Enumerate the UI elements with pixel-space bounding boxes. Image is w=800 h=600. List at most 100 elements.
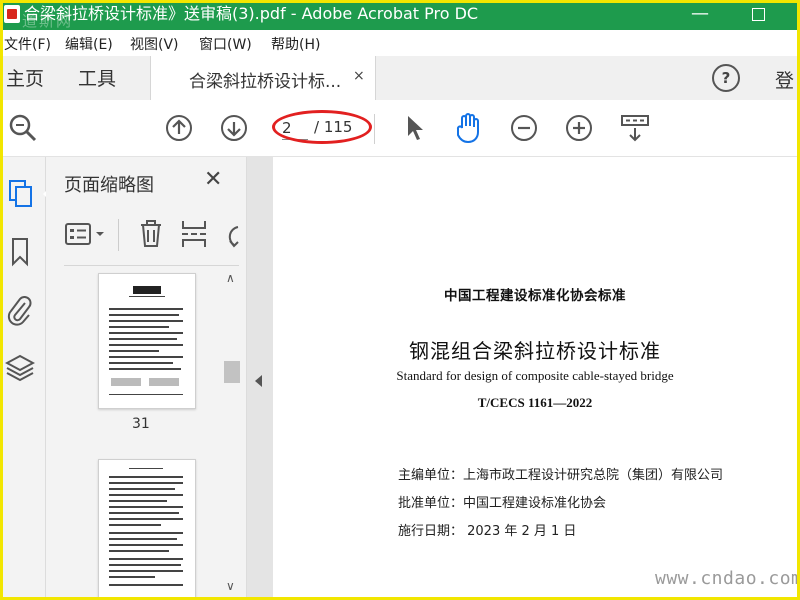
page-up-icon[interactable] — [165, 114, 193, 142]
thumbnail-text-line — [109, 532, 183, 534]
thumbnail-text-line — [109, 332, 183, 334]
maximize-button[interactable] — [738, 0, 778, 30]
thumbnail-scrollbar[interactable]: ∧ ∨ — [222, 269, 240, 597]
toolbar-separator — [374, 114, 375, 144]
insert-pages-icon[interactable] — [180, 219, 208, 249]
scrollbar-thumb[interactable] — [224, 361, 240, 383]
watermark-bottom: www.cndao.com — [655, 568, 800, 589]
thumbnail-text-line — [109, 500, 167, 502]
menu-help[interactable]: 帮助(H) — [271, 34, 320, 54]
thumbnail-text-line — [109, 350, 159, 352]
document-page: 中国工程建设标准化协会标准 钢混组合梁斜拉桥设计标准 Standard for … — [273, 157, 797, 597]
bookmark-icon[interactable] — [9, 237, 31, 267]
thumbnail-text-line — [109, 544, 183, 546]
toolbar: 2 / 115 — [0, 100, 800, 157]
zoom-out-icon[interactable] — [510, 114, 538, 142]
panel-divider — [64, 265, 239, 266]
thumbnail-text-line — [109, 550, 169, 552]
thumbnail-toolbar — [46, 213, 246, 257]
thumbnail-text-line — [109, 558, 183, 560]
thumbnail-text-line — [109, 326, 169, 328]
thumbnail-text-line — [109, 368, 181, 370]
panel-title: 页面缩略图 — [64, 175, 154, 196]
thumbnail-text-line — [129, 468, 163, 469]
doc-code: T/CECS 1161—2022 — [477, 395, 593, 410]
thumbnail-text-line — [109, 314, 179, 316]
search-zoom-icon[interactable] — [8, 113, 38, 143]
window-title: 合梁斜拉桥设计标准》送审稿(3).pdf - Adobe Acrobat Pro… — [24, 4, 479, 23]
menu-edit[interactable]: 编辑(E) — [65, 34, 113, 54]
panel-close-button[interactable]: ✕ — [204, 167, 222, 192]
doc-editor-unit: 主编单位：上海市政工程设计研究总院（集团）有限公司 — [398, 468, 724, 483]
red-annotation-ellipse — [272, 110, 372, 144]
tab-home[interactable]: 主页 — [6, 64, 44, 91]
attachment-icon[interactable] — [7, 295, 33, 327]
thumbnail-text-line — [109, 570, 183, 572]
doc-approval-unit: 批准单位：中国工程建设标准化协会 — [398, 496, 607, 511]
help-icon[interactable]: ? — [712, 64, 740, 92]
thumbnail-text-line — [109, 576, 155, 578]
tab-document-label: 合梁斜拉桥设计标... — [189, 72, 342, 92]
page-thumbnails-icon[interactable] — [7, 179, 35, 209]
menu-bar: 文件(F) 编辑(E) 视图(V) 窗口(W) 帮助(H) — [0, 30, 800, 56]
watermark-top: 道斯网 — [22, 12, 74, 30]
scroll-down-icon[interactable]: ∨ — [226, 579, 235, 593]
thumbnail-text-line — [109, 344, 183, 346]
title-bar: 合梁斜拉桥设计标准》送审稿(3).pdf - Adobe Acrobat Pro… — [0, 0, 800, 30]
thumbnail-text-line — [109, 356, 183, 358]
thumbnail-text-line — [109, 488, 175, 490]
menu-file[interactable]: 文件(F) — [4, 34, 51, 54]
thumbnail-text-line — [109, 394, 183, 395]
thumbnail-text-line — [109, 308, 183, 310]
page-thumbnail[interactable] — [98, 273, 196, 409]
left-navigation-rail — [3, 157, 50, 597]
thumbnail-text-line — [109, 494, 183, 496]
doc-title: 钢混组合梁斜拉桥设计标准 — [409, 339, 661, 363]
tab-bar: 主页 工具 合梁斜拉桥设计标... × ? 登 — [0, 56, 800, 101]
doc-org-title: 中国工程建设标准化协会标准 — [444, 288, 626, 304]
zoom-in-icon[interactable] — [565, 114, 593, 142]
thumbnail-text-line — [109, 362, 173, 364]
thumbnail-text-line — [129, 296, 165, 297]
thumbnail-text-line — [109, 320, 183, 322]
tab-close-button[interactable]: × — [353, 68, 365, 84]
tab-document[interactable]: 合梁斜拉桥设计标... × — [150, 56, 376, 101]
scroll-mode-icon[interactable] — [620, 114, 650, 144]
thumbnail-text-line — [109, 524, 161, 526]
thumbnail-figure — [133, 286, 161, 294]
minimize-button[interactable]: — — [680, 0, 720, 30]
tab-tools[interactable]: 工具 — [78, 64, 116, 91]
sign-in-button[interactable]: 登 — [775, 66, 794, 93]
thumbnail-text-line — [109, 476, 183, 478]
menu-view[interactable]: 视图(V) — [130, 34, 179, 54]
page-down-icon[interactable] — [220, 114, 248, 142]
thumbnail-text-line — [109, 482, 183, 484]
layers-icon[interactable] — [5, 353, 35, 383]
thumbnail-figure — [111, 378, 141, 386]
select-pointer-icon[interactable] — [405, 114, 427, 142]
thumbnail-text-line — [109, 338, 177, 340]
thumbnail-text-line — [109, 538, 177, 540]
thumbnail-text-line — [109, 584, 183, 586]
thumbnail-page-number: 31 — [132, 416, 150, 432]
thumbnail-options-icon[interactable] — [64, 221, 110, 249]
menu-window[interactable]: 窗口(W) — [199, 34, 252, 54]
panel-collapse-handle[interactable] — [247, 157, 273, 597]
thumbnail-text-line — [109, 564, 181, 566]
thumbnail-text-line — [109, 506, 183, 508]
thumbnail-toolbar-separator — [118, 219, 119, 251]
scroll-up-icon[interactable]: ∧ — [226, 271, 235, 285]
acrobat-app-icon[interactable] — [4, 5, 20, 23]
thumbnail-panel: 页面缩略图 ✕ 31 ∧ ∨ — [46, 157, 247, 599]
delete-icon[interactable] — [138, 219, 164, 249]
thumbnail-figure — [149, 378, 179, 386]
hand-tool-icon[interactable] — [454, 112, 484, 144]
maximize-icon — [751, 7, 765, 21]
collapse-arrow-icon — [255, 375, 262, 387]
doc-effective-date: 施行日期： 2023 年 2 月 1 日 — [398, 524, 577, 539]
rotate-icon[interactable] — [222, 221, 240, 249]
page-thumbnail[interactable] — [98, 459, 196, 599]
thumbnail-text-line — [109, 518, 183, 520]
thumbnail-text-line — [109, 512, 179, 514]
doc-subtitle-en: Standard for design of composite cable-s… — [396, 368, 674, 383]
